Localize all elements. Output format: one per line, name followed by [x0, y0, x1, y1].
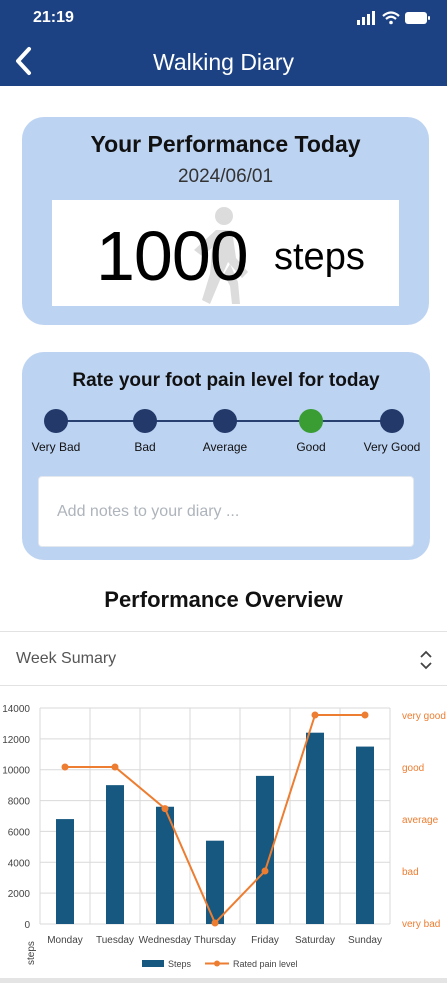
- legend-steps-label: Steps: [168, 959, 192, 969]
- pain-level-label: Bad: [134, 440, 156, 454]
- legend-pain-label: Rated pain level: [233, 959, 298, 969]
- legend-pain-marker: [214, 960, 220, 967]
- x-tick-label: Monday: [47, 935, 83, 946]
- pain-level-label: Very Good: [363, 440, 421, 454]
- pain-level-label: Very Bad: [31, 440, 81, 454]
- page-title: Walking Diary: [152, 49, 294, 75]
- pain-point-monday: [61, 763, 69, 771]
- x-tick-label: Tuesday: [96, 935, 134, 946]
- battery-icon: [405, 12, 430, 24]
- legend-steps-swatch: [142, 960, 164, 967]
- right-axis-label: bad: [402, 867, 419, 878]
- right-axis-label: very good: [402, 711, 446, 722]
- right-axis-label: very bad: [402, 919, 440, 930]
- bar-monday: [56, 819, 74, 924]
- overview-title: Performance Overview: [104, 587, 343, 612]
- bottom-divider: [0, 978, 447, 983]
- pain-rating-title: Rate your foot pain level for today: [72, 370, 380, 391]
- bar-thursday: [206, 840, 224, 924]
- x-tick-label: Sunday: [348, 935, 382, 946]
- pain-point-saturday: [311, 711, 319, 719]
- x-tick-label: Wednesday: [139, 935, 192, 946]
- status-icons: [357, 11, 430, 25]
- performance-card: Your Performance Today 2024/06/01 1000 s…: [22, 117, 429, 325]
- pain-point-friday: [261, 867, 269, 875]
- y-tick-label: 2000: [8, 889, 31, 900]
- y-tick-label: 0: [24, 920, 30, 931]
- y-tick-label: 14000: [2, 704, 30, 715]
- period-select[interactable]: Week Sumary: [0, 631, 447, 686]
- y-tick-label: 12000: [2, 735, 30, 746]
- pain-level-dot-very-good[interactable]: [380, 409, 404, 433]
- steps-unit: steps: [274, 236, 365, 278]
- pain-rating-card: Rate your foot pain level for today Very…: [22, 352, 430, 560]
- weekly-chart: 0 2000 4000 6000 8000 10000 12000 14000 Monday Tu…: [0, 695, 447, 980]
- pain-level-dot-very-bad[interactable]: [44, 409, 68, 433]
- pain-point-sunday: [361, 711, 369, 719]
- y-tick-label: 8000: [8, 797, 31, 808]
- steps-count: 1000: [96, 217, 249, 295]
- pain-point-tuesday: [111, 763, 119, 771]
- pain-level-dot-good[interactable]: [299, 409, 323, 433]
- y-tick-label: 4000: [8, 858, 31, 869]
- x-tick-label: Saturday: [295, 935, 335, 946]
- app-header: 21:19 Walking Diary: [0, 0, 447, 86]
- y-tick-label: 10000: [2, 766, 30, 777]
- pain-level-dot-bad[interactable]: [133, 409, 157, 433]
- status-time: 21:19: [33, 9, 74, 26]
- signal-icon: [357, 11, 375, 25]
- diary-notes-input[interactable]: [38, 476, 414, 547]
- performance-title: Your Performance Today: [90, 131, 361, 157]
- bar-tuesday: [106, 785, 124, 924]
- x-tick-label: Friday: [251, 935, 279, 946]
- wifi-icon: [382, 11, 400, 25]
- right-axis-label: good: [402, 763, 424, 774]
- weekly-chart-svg: 0 2000 4000 6000 8000 10000 12000 14000 Monday Tu…: [2, 704, 446, 969]
- x-tick-label: Thursday: [194, 935, 236, 946]
- chart-legend: Steps Rated pain level: [142, 959, 298, 969]
- performance-date: 2024/06/01: [177, 166, 274, 187]
- bar-sunday: [356, 746, 374, 924]
- y-tick-label: 6000: [8, 827, 31, 838]
- pain-level-label: Average: [202, 440, 248, 454]
- steps-box: 1000 steps: [52, 200, 399, 306]
- updown-chevron-icon: [420, 650, 432, 670]
- pain-point-wednesday: [161, 805, 169, 813]
- pain-level-label: Good: [296, 440, 326, 454]
- right-axis-label: average: [402, 815, 439, 826]
- pain-level-dot-average[interactable]: [213, 409, 237, 433]
- period-select-value: Week Sumary: [16, 650, 117, 667]
- y-axis-label: steps: [26, 941, 37, 965]
- bar-saturday: [306, 732, 324, 924]
- pain-point-thursday: [211, 919, 219, 927]
